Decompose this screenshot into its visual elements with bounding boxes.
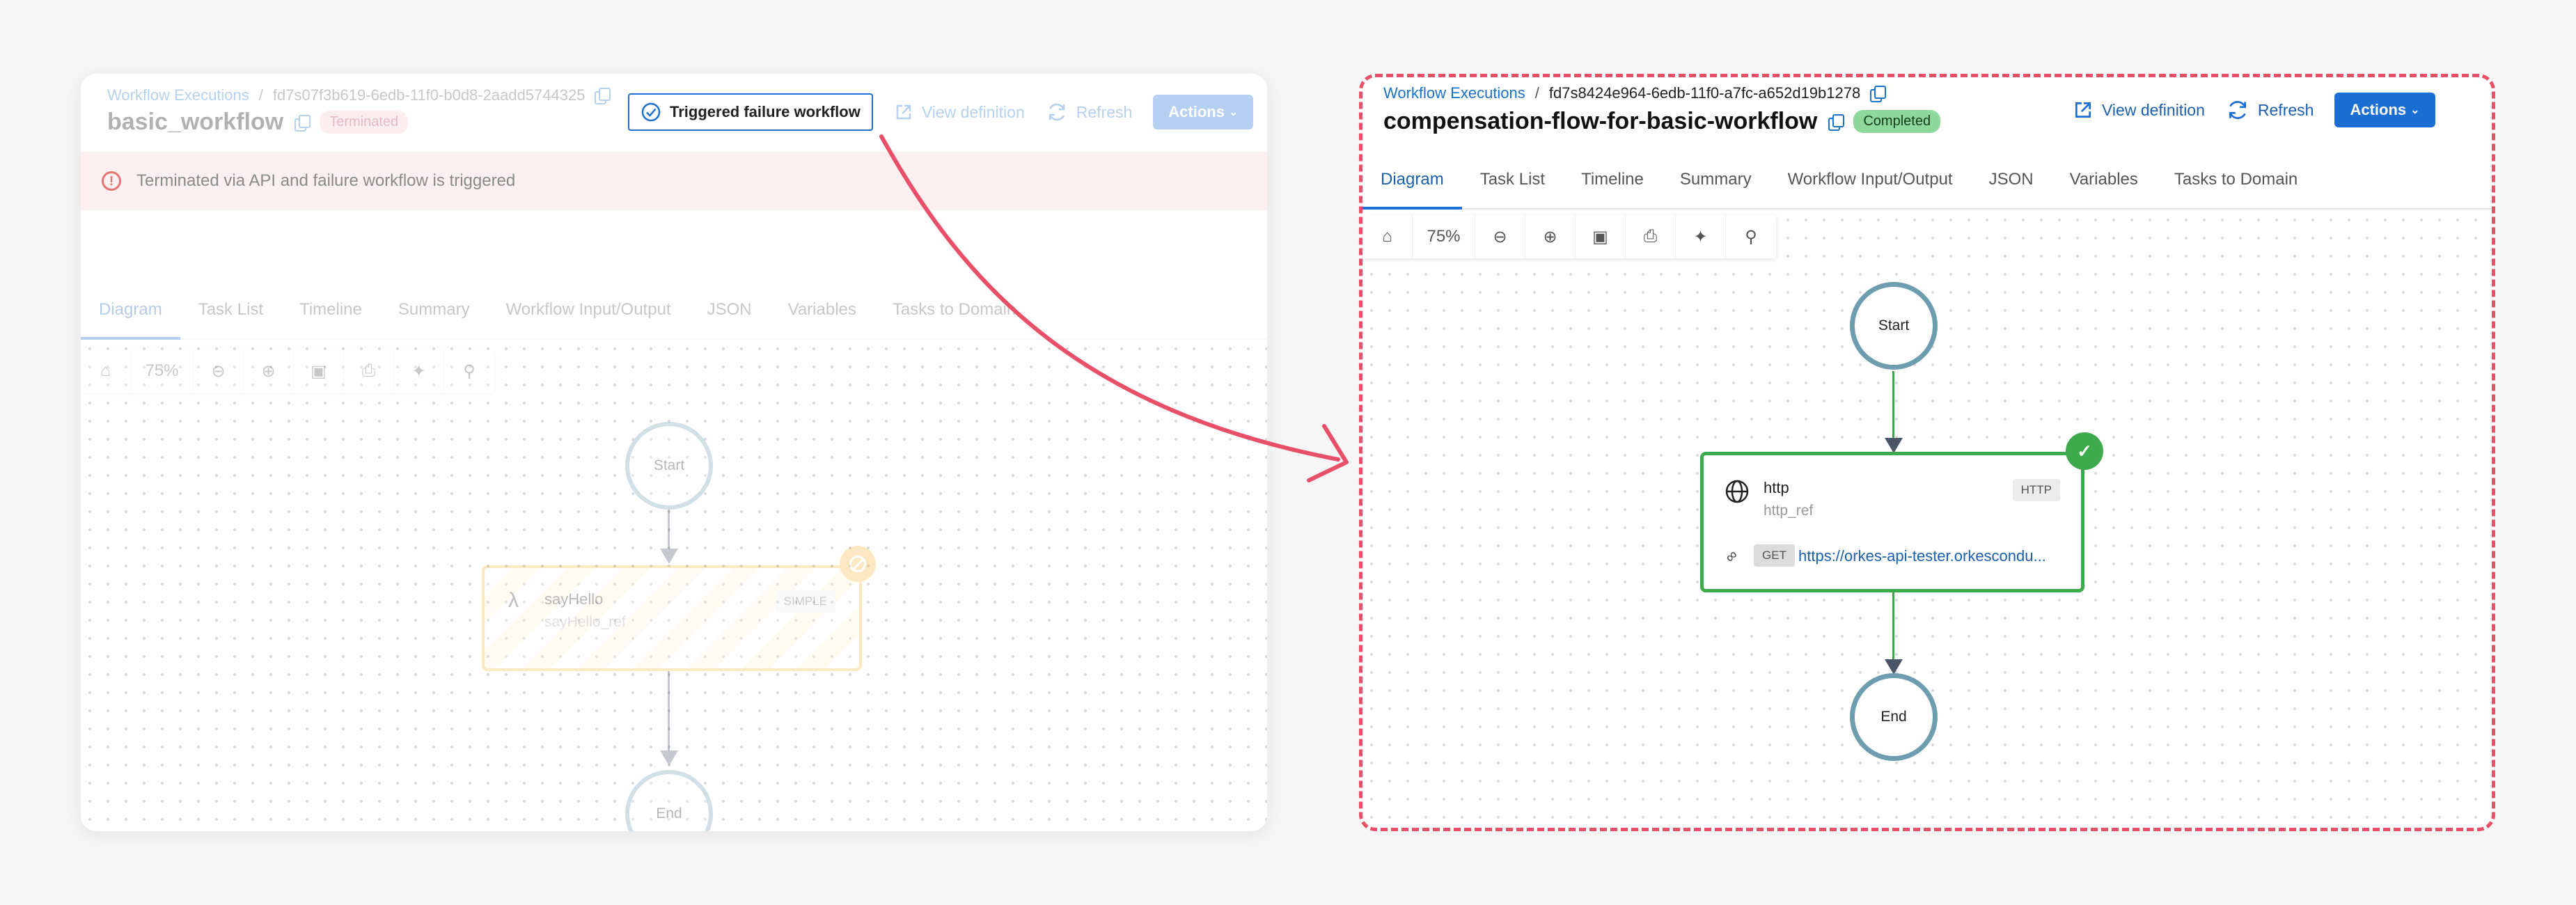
callout-arrow <box>879 134 1349 482</box>
